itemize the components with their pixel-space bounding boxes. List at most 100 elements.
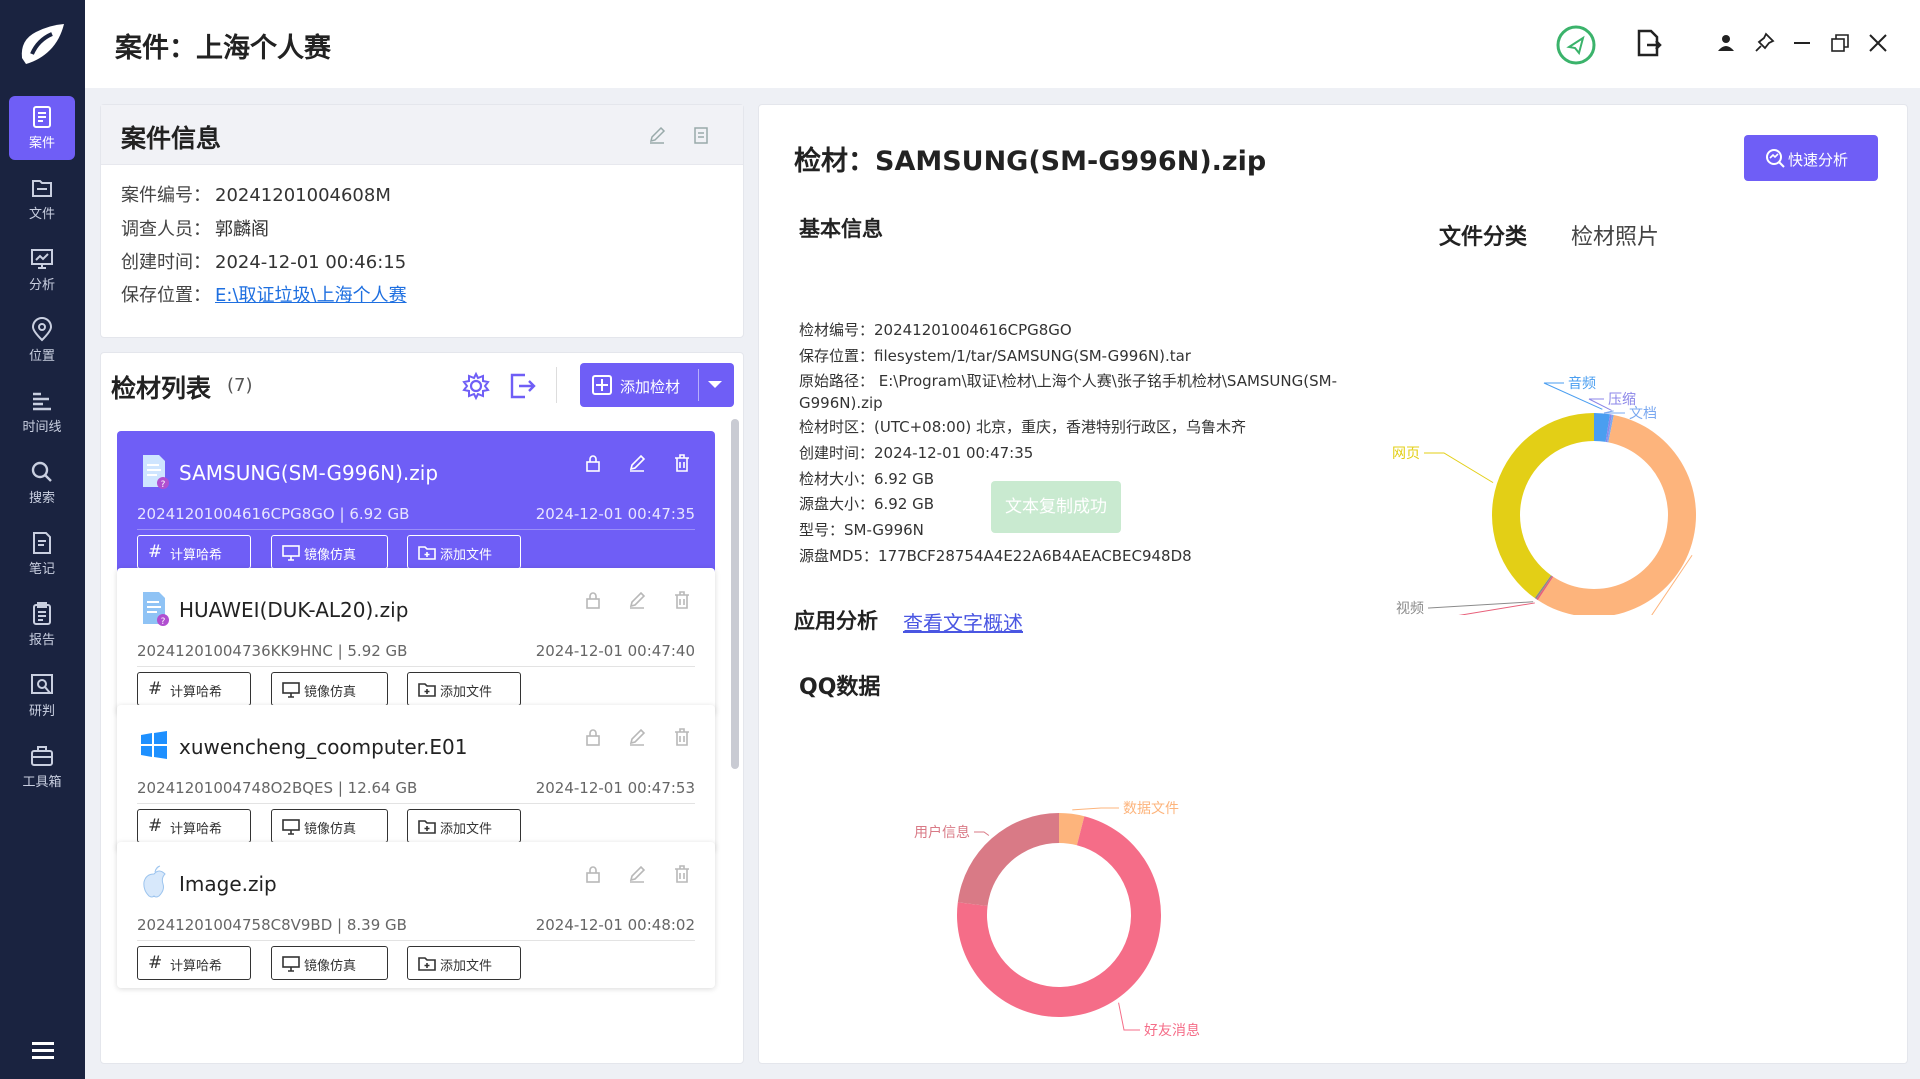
- lock-icon[interactable]: [583, 727, 603, 747]
- rocket-icon[interactable]: [1555, 24, 1597, 66]
- page-title: 案件：上海个人赛: [115, 33, 331, 64]
- windows-icon: [141, 731, 167, 759]
- lock-icon[interactable]: [583, 864, 603, 884]
- compute-hash-button[interactable]: # 计算哈希: [137, 535, 251, 569]
- export-evidence-icon[interactable]: [507, 371, 537, 401]
- add-file-button[interactable]: 添加文件: [407, 946, 521, 980]
- evidence-card[interactable]: ? SAMSUNG(SM-G996N).zip 20241201004616CPG8…: [117, 431, 715, 577]
- evidence-meta: 20241201004736KK9HNC | 5.92 GB: [137, 642, 408, 660]
- sidebar-item-toolbox[interactable]: 工具箱: [9, 735, 75, 799]
- compute-hash-button[interactable]: # 计算哈希: [137, 946, 251, 980]
- mirror-emulation-button[interactable]: 镜像仿真: [271, 535, 388, 569]
- toolbox-icon: [31, 746, 53, 766]
- edit-icon[interactable]: [627, 590, 647, 610]
- svg-text:?: ?: [161, 480, 166, 489]
- sidebar-item-judge[interactable]: 研判: [9, 664, 75, 728]
- evidence-date: 2024-12-01 00:48:02: [535, 916, 695, 934]
- pin-icon[interactable]: [1753, 32, 1775, 54]
- basic-info-row: 源盘大小：6.92 GB: [799, 495, 935, 513]
- basic-info-row: 保存位置：filesystem/1/tar/SAMSUNG(SM-G996N).…: [799, 347, 1191, 365]
- add-evidence-button[interactable]: 添加检材: [580, 363, 734, 407]
- mirror-emulation-button[interactable]: 镜像仿真: [271, 946, 388, 980]
- export-icon[interactable]: [1633, 28, 1663, 58]
- monitor-icon: [282, 682, 300, 698]
- evidence-scrollbar[interactable]: [731, 419, 739, 769]
- pie-slice[interactable]: [1492, 413, 1594, 598]
- card-divider: [137, 940, 695, 941]
- delete-icon[interactable]: [672, 864, 692, 884]
- restore-icon[interactable]: [1829, 32, 1851, 54]
- evidence-list-panel: 检材列表 (7) 添加检材 ? SAMSUNG(SM-G996N).zip 2024…: [100, 352, 744, 1064]
- evidence-name: HUAWEI(DUK-AL20).zip: [179, 598, 409, 622]
- monitor-icon: [282, 956, 300, 972]
- pie-label: 文档: [1629, 406, 1657, 422]
- user-icon[interactable]: [1715, 32, 1737, 54]
- sidebar-item-label: 笔记: [28, 562, 55, 577]
- tab-file-classification[interactable]: 文件分类: [1439, 219, 1527, 251]
- mirror-emulation-button[interactable]: 镜像仿真: [271, 809, 388, 843]
- pie-label-line: [1428, 601, 1534, 609]
- sidebar-item-timeline[interactable]: 时间线: [9, 380, 75, 444]
- sidebar-item-search[interactable]: 搜索: [9, 451, 75, 515]
- svg-text:?: ?: [161, 617, 166, 626]
- evidence-count: (7): [227, 375, 253, 396]
- sidebar-item-analysis[interactable]: 分析: [9, 238, 75, 302]
- sidebar-item-note[interactable]: 笔记: [9, 522, 75, 586]
- edit-icon[interactable]: [627, 453, 647, 473]
- search-icon: [31, 461, 52, 482]
- edit-icon[interactable]: [627, 864, 647, 884]
- pie-label: 音频: [1568, 375, 1596, 392]
- clipboard-icon[interactable]: [691, 125, 711, 145]
- report-icon: [33, 602, 51, 625]
- view-summary-link[interactable]: 查看文字概述: [903, 607, 1023, 636]
- compute-hash-button[interactable]: # 计算哈希: [137, 809, 251, 843]
- card-divider: [137, 803, 695, 804]
- settings-icon[interactable]: [461, 371, 491, 401]
- case-icon: [33, 106, 51, 128]
- pie-slice[interactable]: [957, 813, 1059, 906]
- lock-icon[interactable]: [583, 453, 603, 473]
- created-time-row: 创建时间： 2024-12-01 00:46:15: [121, 252, 407, 273]
- edit-icon[interactable]: [647, 125, 667, 145]
- basic-info-row: 检材编号：20241201004616CPG8GO: [799, 321, 1072, 339]
- basic-info-row: 型号：SM-G996N: [799, 521, 924, 539]
- add-folder-icon: [418, 957, 436, 971]
- delete-icon[interactable]: [672, 453, 692, 473]
- quick-analysis-button[interactable]: 快速分析: [1744, 135, 1878, 181]
- mirror-emulation-button[interactable]: 镜像仿真: [271, 672, 388, 706]
- evidence-date: 2024-12-01 00:47:53: [535, 779, 695, 797]
- compute-hash-button[interactable]: # 计算哈希: [137, 672, 251, 706]
- sidebar-item-report[interactable]: 报告: [9, 593, 75, 657]
- quick-analysis-icon: [1766, 149, 1785, 168]
- evidence-detail-title: 检材：SAMSUNG(SM-G996N).zip: [794, 146, 1267, 177]
- save-location-link[interactable]: E:\取证垃圾\上海个人赛: [215, 285, 407, 306]
- evidence-meta: 20241201004758C8V9BD | 8.39 GB: [137, 916, 407, 934]
- sidebar-item-location[interactable]: 位置: [9, 309, 75, 373]
- judge-icon: [31, 674, 53, 694]
- delete-icon[interactable]: [672, 727, 692, 747]
- evidence-name: xuwencheng_coomputer.E01: [179, 735, 468, 759]
- top-bar: 案件：上海个人赛: [85, 0, 1920, 88]
- case-info-title: 案件信息: [121, 124, 222, 153]
- case-number-row: 案件编号： 20241201004608M: [121, 185, 391, 206]
- add-file-button[interactable]: 添加文件: [407, 672, 521, 706]
- lock-icon[interactable]: [583, 590, 603, 610]
- minimize-icon[interactable]: [1791, 32, 1813, 54]
- sidebar-item-case[interactable]: 案件: [9, 96, 75, 160]
- evidence-card[interactable]: xuwencheng_coomputer.E01 20241201004748O2…: [117, 705, 715, 851]
- add-file-button[interactable]: 添加文件: [407, 535, 521, 569]
- evidence-card[interactable]: ? HUAWEI(DUK-AL20).zip 20241201004736KK9HN…: [117, 568, 715, 714]
- evidence-card[interactable]: Image.zip 20241201004758C8V9BD | 8.39 GB 2…: [117, 842, 715, 988]
- timeline-icon: [33, 392, 51, 411]
- sidebar-item-folder[interactable]: 文件: [9, 167, 75, 231]
- menu-icon[interactable]: [30, 1040, 56, 1062]
- evidence-meta: 20241201004748O2BQES | 12.64 GB: [137, 779, 418, 797]
- edit-icon[interactable]: [627, 727, 647, 747]
- sidebar: 案件文件分析位置时间线搜索笔记报告研判工具箱: [0, 0, 85, 1079]
- add-file-button[interactable]: 添加文件: [407, 809, 521, 843]
- evidence-date: 2024-12-01 00:47:35: [535, 505, 695, 523]
- close-icon[interactable]: [1867, 32, 1889, 54]
- delete-icon[interactable]: [672, 590, 692, 610]
- tab-evidence-photos[interactable]: 检材照片: [1571, 219, 1659, 251]
- dropdown-caret-icon[interactable]: [708, 381, 722, 388]
